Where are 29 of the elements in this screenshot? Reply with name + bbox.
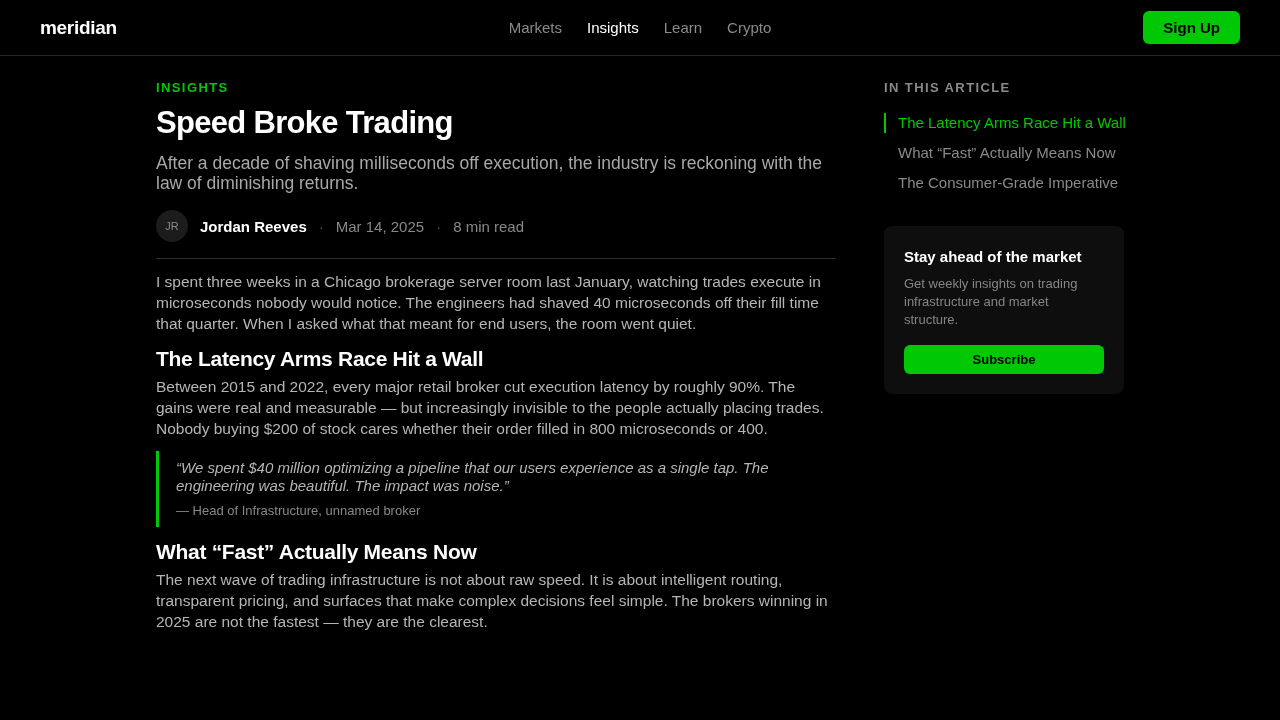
author-avatar: JR [156, 210, 188, 242]
nav-link[interactable]: Insights [587, 19, 639, 36]
nav-link[interactable]: Learn [663, 19, 703, 36]
section-heading: The Latency Arms Race Hit a Wall [156, 346, 485, 372]
category-label: INSIGHTS [156, 80, 230, 96]
article-subtitle: After a decade of shaving milliseconds off execution, the industry is reckoning with the law of diminishing returns. [156, 153, 824, 193]
logo[interactable]: meridian [40, 16, 117, 39]
section-heading: What “Fast” Actually Means Now [156, 539, 478, 565]
sign-up-button[interactable]: Sign Up [1143, 11, 1240, 44]
toc-link[interactable]: The Consumer-Grade Imperative [884, 173, 1124, 193]
body-paragraph: The next wave of trading infrastructure is not about raw speed. It is about intelligent routing, transparent pricing, and surfaces that make complex decisions feel simple. The brokers winning in 2025 are not the fastest — they are the clearest. [156, 570, 829, 632]
quote-attribution: — Head of Infrastructure, unnamed broker [176, 503, 422, 519]
body-paragraph: Between 2015 and 2022, every major retail broker cut execution latency by roughly 90%. The gains were real and measurable — but increasingly invisible to the people actually placing trades. Nobody buying $200 of stock cares whether their order filled in 800 microseconds or 400. [156, 377, 825, 439]
toc-link[interactable]: What “Fast” Actually Means Now [884, 143, 1124, 163]
author-name[interactable]: Jordan Reeves [200, 217, 307, 235]
subscribe-button[interactable]: Subscribe [904, 345, 1104, 374]
newsletter-title: Stay ahead of the market [904, 247, 1083, 267]
separator-dot: · [436, 217, 442, 235]
separator-dot: · [318, 217, 324, 235]
article-title: Speed Broke Trading [156, 104, 454, 142]
newsletter-description: Get weekly insights on trading infrastructure and market structure. [904, 275, 1079, 329]
read-time: 8 min read [453, 217, 524, 235]
toc-title: IN THIS ARTICLE [884, 80, 1012, 96]
toc-link[interactable]: The Latency Arms Race Hit a Wall [884, 113, 1124, 133]
quote-text: “We spent $40 million optimizing a pipeline that our users experience as a single tap. The engineering was beautiful. The impact was noise.” [176, 459, 770, 495]
nav-link[interactable]: Markets [508, 19, 563, 36]
nav-link[interactable]: Crypto [727, 19, 772, 36]
publish-date: Mar 14, 2025 [335, 217, 425, 235]
body-paragraph: I spent three weeks in a Chicago brokerage server room last January, watching trades execute in microseconds nobody would notice. The engineers had shaved 40 microseconds off their fill time that quarter. When I asked what that meant for end users, the room went quiet. [156, 272, 822, 334]
